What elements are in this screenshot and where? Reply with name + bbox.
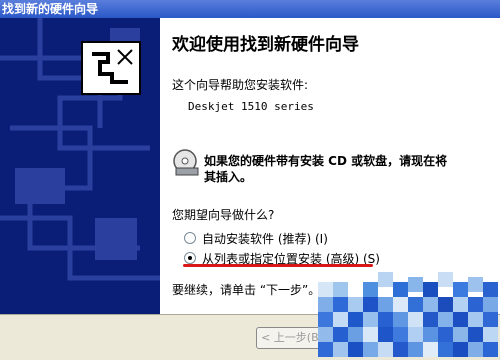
device-name: Deskjet 1510 series — [188, 100, 314, 113]
continue-text: 要继续，请单击 “下一步”。 — [172, 283, 321, 297]
cd-icon — [172, 148, 202, 182]
radio-list-install[interactable] — [184, 252, 196, 264]
wizard-sidebar — [0, 18, 160, 314]
highlight-underline — [183, 264, 373, 267]
hardware-wizard-icon — [81, 41, 141, 95]
title-bar: 找到新的硬件向导 — [0, 0, 500, 18]
wizard-content: 欢迎使用找到新硬件向导 这个向导帮助您安装软件: Deskjet 1510 se… — [160, 18, 500, 314]
watermark-mosaic — [318, 272, 500, 359]
window-title: 找到新的硬件向导 — [2, 2, 99, 16]
cd-notice-line2: 其插入。 — [204, 170, 253, 184]
wizard-heading: 欢迎使用找到新硬件向导 — [172, 35, 359, 55]
radio-auto-install[interactable] — [184, 232, 196, 244]
option-auto-install-label: 自动安装软件 (推荐) (I) — [202, 232, 328, 246]
sidebar-graphic — [0, 18, 160, 281]
intro-text: 这个向导帮助您安装软件: — [172, 78, 309, 92]
cd-notice-line1: 如果您的硬件带有安装 CD 或软盘，请现在将 — [204, 154, 448, 168]
question-text: 您期望向导做什么? — [172, 208, 275, 222]
